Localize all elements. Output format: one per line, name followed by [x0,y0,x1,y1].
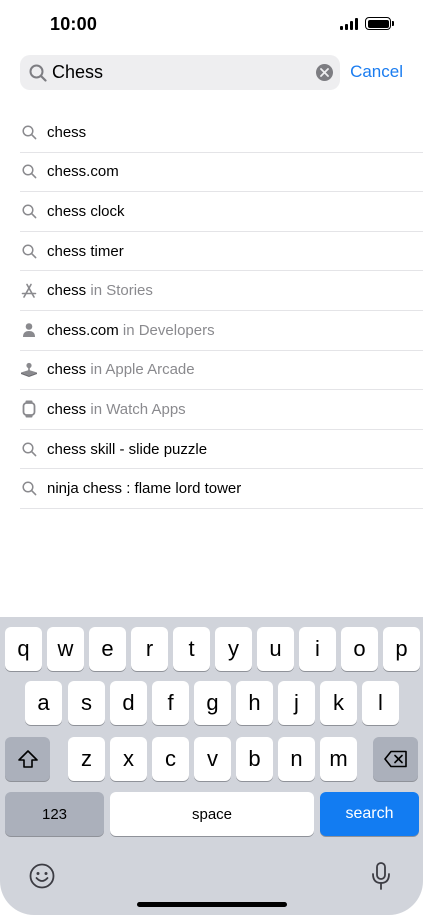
suggestion-term: chess.com [47,163,119,181]
key-l[interactable]: l [362,681,399,725]
suggestion-item[interactable]: chess skill - slide puzzle [20,430,423,470]
suggestion-text: chess clock [47,203,125,220]
key-h[interactable]: h [236,681,273,725]
suggestion-item[interactable]: chess [20,113,423,153]
microphone-icon[interactable] [366,861,396,891]
key-w[interactable]: w [47,627,84,671]
search-row: Cancel [20,55,403,90]
suggestion-term: chess [47,123,87,141]
key-i[interactable]: i [299,627,336,671]
shift-key[interactable] [5,737,50,781]
suggestion-term: chess [47,400,87,418]
delete-key[interactable] [373,737,418,781]
suggestion-item[interactable]: ninja chess : flame lord tower [20,469,423,509]
shift-arrow-icon [17,750,38,768]
key-j[interactable]: j [278,681,315,725]
search-icon [28,63,48,83]
status-time: 10:00 [50,14,98,34]
key-z[interactable]: z [68,737,105,781]
suggestion-item[interactable]: chess timer [20,232,423,272]
key-b[interactable]: b [236,737,273,781]
suggestion-item[interactable]: chess in Watch Apps [20,390,423,430]
key-f[interactable]: f [152,681,189,725]
search-key[interactable]: search [320,792,419,836]
suggestion-item[interactable]: chess clock [20,192,423,232]
search-icon [20,123,38,141]
suggestion-term: chess timer [47,242,124,260]
suggestion-text: chess.com [47,163,119,180]
suggestion-item[interactable]: chess.com in Developers [20,311,423,351]
suggestion-scope: in Stories [86,282,153,300]
cancel-button[interactable]: Cancel [350,62,403,82]
key-y[interactable]: y [215,627,252,671]
key-c[interactable]: c [152,737,189,781]
search-field[interactable] [20,55,340,90]
key-u[interactable]: u [257,627,294,671]
search-icon [20,242,38,260]
search-icon [20,480,38,498]
search-input[interactable] [52,62,302,83]
space-key[interactable]: space [110,792,314,836]
key-k[interactable]: k [320,681,357,725]
key-s[interactable]: s [68,681,105,725]
suggestion-term: chess skill - slide puzzle [47,440,208,458]
suggestion-term: chess [47,361,87,379]
clear-search-icon[interactable] [316,64,333,81]
suggestion-text: chess.com in Developers [47,322,215,339]
home-indicator [137,902,287,907]
suggestion-text: ninja chess : flame lord tower [47,480,241,497]
app-store-icon [20,282,38,300]
key-d[interactable]: d [110,681,147,725]
battery-icon [365,17,394,30]
key-p[interactable]: p [383,627,420,671]
key-e[interactable]: e [89,627,126,671]
status-icons [340,17,394,30]
suggestion-scope: in Watch Apps [86,400,186,418]
suggestion-term: chess clock [47,202,125,220]
suggestion-text: chess in Apple Arcade [47,361,195,378]
key-r[interactable]: r [131,627,168,671]
key-n[interactable]: n [278,737,315,781]
suggestion-text: chess [47,124,86,141]
suggestion-text: chess skill - slide puzzle [47,441,207,458]
watch-icon [20,400,38,418]
arcade-joystick-icon [20,361,38,379]
key-m[interactable]: m [320,737,357,781]
key-a[interactable]: a [25,681,62,725]
keyboard: q w e r t y u i o p a s d f g h j k l z … [0,617,423,915]
numbers-key[interactable]: 123 [5,792,104,836]
suggestion-term: ninja chess : flame lord tower [47,480,242,498]
suggestion-text: chess timer [47,243,124,260]
suggestion-term: chess.com [47,321,119,339]
key-t[interactable]: t [173,627,210,671]
suggestion-item[interactable]: chess in Apple Arcade [20,351,423,391]
key-g[interactable]: g [194,681,231,725]
key-v[interactable]: v [194,737,231,781]
cellular-signal-icon [340,17,358,30]
suggestion-term: chess [47,282,87,300]
suggestion-item[interactable]: chess in Stories [20,271,423,311]
search-icon [20,202,38,220]
person-icon [20,321,38,339]
suggestion-text: chess in Stories [47,282,153,299]
suggestion-list: chess chess.com chess clock chess timer … [20,113,423,509]
status-bar: 10:00 [0,0,423,50]
suggestion-text: chess in Watch Apps [47,401,186,418]
search-icon [20,440,38,458]
suggestion-scope: in Developers [118,321,215,339]
suggestion-item[interactable]: chess.com [20,153,423,193]
backspace-icon [383,750,407,768]
suggestion-scope: in Apple Arcade [86,361,195,379]
search-icon [20,163,38,181]
key-x[interactable]: x [110,737,147,781]
emoji-icon[interactable] [27,861,57,891]
key-q[interactable]: q [5,627,42,671]
key-o[interactable]: o [341,627,378,671]
